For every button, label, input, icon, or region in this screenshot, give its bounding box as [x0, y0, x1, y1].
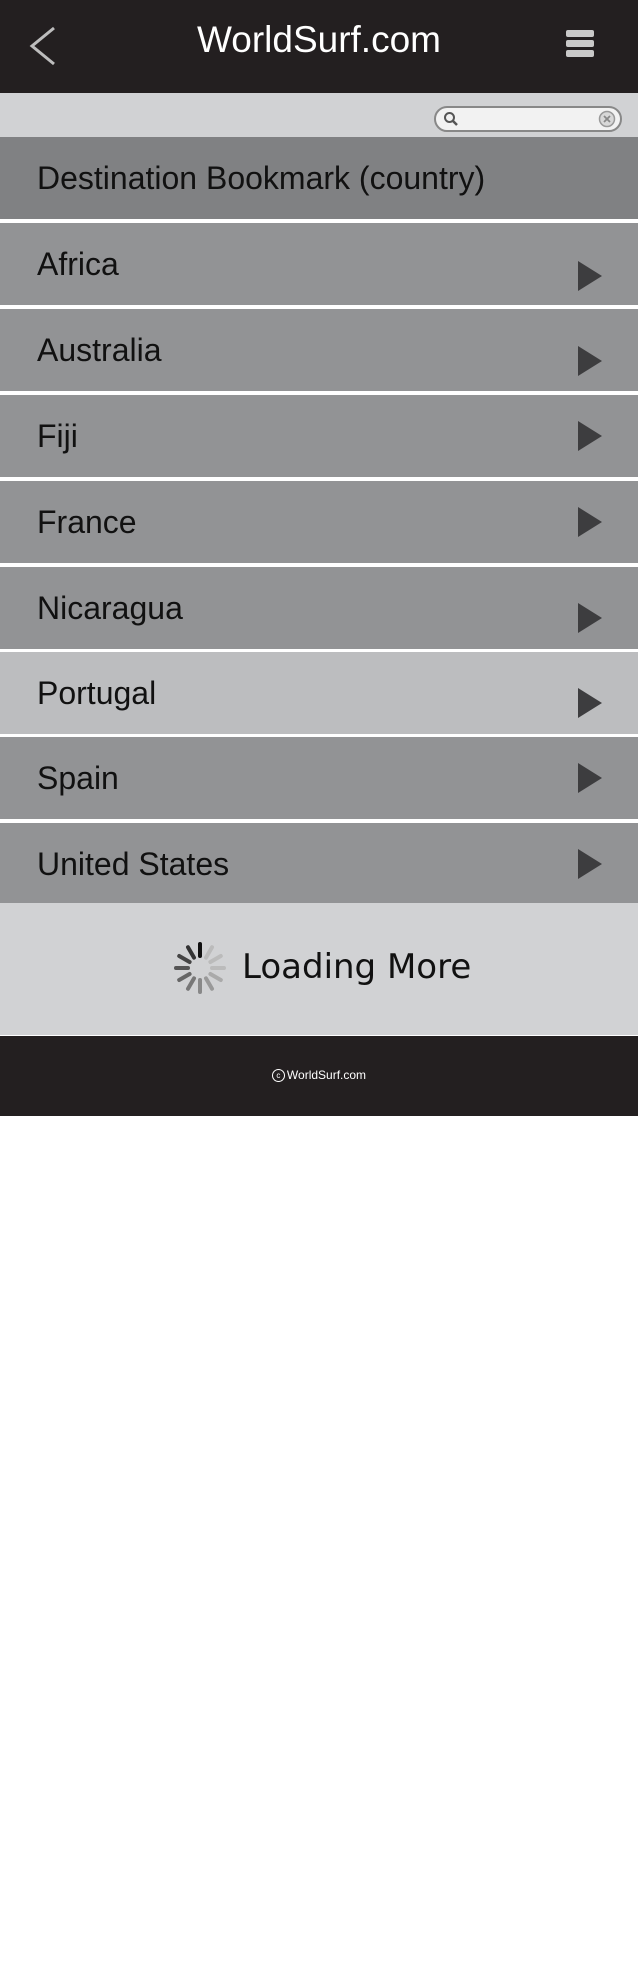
- list-item-label: Portugal: [37, 675, 157, 711]
- list-heading-row: Destination Bookmark (country): [0, 137, 638, 219]
- chevron-right-icon: [578, 261, 602, 291]
- search-input[interactable]: [462, 110, 592, 128]
- list-item-label: United States: [37, 846, 230, 882]
- list-item-fiji[interactable]: Fiji: [0, 395, 638, 477]
- loading-text: Loading More: [242, 947, 472, 987]
- footer-copyright: c WorldSurf.com: [0, 1065, 638, 1085]
- top-header: WorldSurf.com: [0, 0, 638, 93]
- chevron-right-icon: [578, 507, 602, 537]
- list-item-label: France: [37, 504, 137, 540]
- list-item-spain[interactable]: Spain: [0, 737, 638, 819]
- list-item-label: Nicaragua: [37, 590, 183, 626]
- list-item-portugal[interactable]: Portugal: [0, 652, 638, 734]
- search-icon: [444, 112, 458, 126]
- page-title: WorldSurf.com: [197, 19, 441, 60]
- list-heading: Destination Bookmark (country): [37, 160, 486, 196]
- list-item-label: Australia: [37, 332, 162, 368]
- footer: c WorldSurf.com: [0, 1036, 638, 1116]
- list-item-united-states[interactable]: United States: [0, 823, 638, 905]
- chevron-right-icon: [578, 763, 602, 793]
- chevron-right-icon: [578, 603, 602, 633]
- chevron-right-icon: [578, 346, 602, 376]
- search-box: [434, 106, 622, 132]
- list-item-label: Africa: [37, 246, 119, 282]
- list-item-label: Spain: [37, 760, 119, 796]
- clear-icon[interactable]: [598, 110, 616, 128]
- search-bar: [0, 93, 638, 137]
- list-item-australia[interactable]: Australia: [0, 309, 638, 391]
- load-more-panel[interactable]: Loading More: [0, 903, 638, 1035]
- chevron-right-icon: [578, 849, 602, 879]
- list-item-label: Fiji: [37, 418, 78, 454]
- footer-site-name: WorldSurf.com: [286, 1068, 367, 1082]
- hamburger-menu-icon: [566, 30, 596, 57]
- list-item-africa[interactable]: Africa: [0, 223, 638, 305]
- spinner-icon: [174, 942, 226, 994]
- chevron-right-icon: [578, 421, 602, 451]
- list-item-france[interactable]: France: [0, 481, 638, 563]
- copyright-icon: c: [271, 1069, 285, 1082]
- list-item-nicaragua[interactable]: Nicaragua: [0, 567, 638, 649]
- app: WorldSurf.com Destination Bookmark (coun…: [0, 0, 640, 1981]
- menu-button[interactable]: [566, 30, 596, 62]
- chevron-right-icon: [578, 688, 602, 718]
